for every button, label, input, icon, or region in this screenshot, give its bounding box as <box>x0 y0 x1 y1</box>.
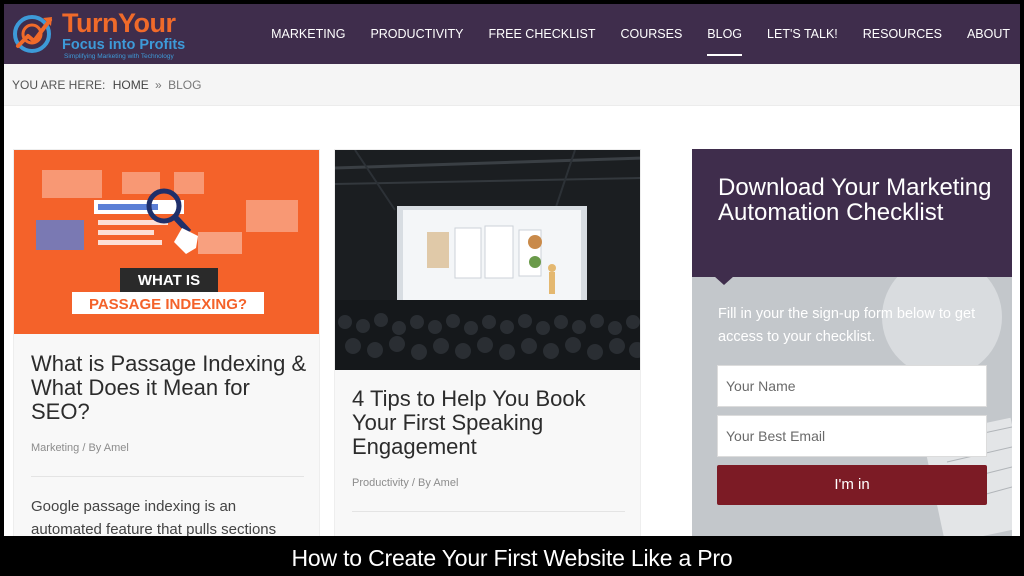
conference-stage-photo <box>335 150 640 370</box>
logo-title: TurnYour <box>62 8 176 38</box>
nav-item-productivity[interactable]: PRODUCTIVITY <box>370 4 463 64</box>
checklist-optin-widget: Download Your Marketing Automation Check… <box>692 149 1012 536</box>
post-category-link[interactable]: Productivity <box>352 477 409 489</box>
seo-illustration: WHAT IS PASSAGE INDEXING? <box>36 170 298 314</box>
breadcrumb-separator: » <box>155 78 162 92</box>
breadcrumb: YOU ARE HERE: HOME » BLOG <box>12 78 201 92</box>
browser-viewport: TurnYour Focus into Profits Simplifying … <box>4 4 1020 536</box>
post-category-link[interactable]: Marketing <box>31 442 79 454</box>
video-caption: How to Create Your First Website Like a … <box>0 540 1024 576</box>
nav-item-courses[interactable]: COURSES <box>620 4 682 64</box>
nav-item-blog[interactable]: BLOG <box>707 4 742 64</box>
post-author: / By Amel <box>82 442 129 454</box>
breadcrumb-prefix: YOU ARE HERE: <box>12 78 106 92</box>
post-title-link[interactable]: What is Passage Indexing & What Does it … <box>31 352 311 424</box>
post-card: WHAT IS PASSAGE INDEXING? What is Passag… <box>13 149 320 536</box>
thumbnail-text-line1: WHAT IS <box>138 272 200 289</box>
optin-title: Download Your Marketing Automation Check… <box>718 174 992 226</box>
site-header: TurnYour Focus into Profits Simplifying … <box>4 4 1020 64</box>
post-author: / By Amel <box>411 477 459 489</box>
site-logo[interactable]: TurnYour Focus into Profits Simplifying … <box>10 6 210 62</box>
breadcrumb-home-link[interactable]: HOME <box>113 78 149 92</box>
target-arrow-icon <box>13 15 52 53</box>
post-excerpt: Google passage indexing is an automated … <box>31 498 277 536</box>
logo-tagline: Simplifying Marketing with Technology <box>64 53 174 60</box>
thumbnail-text-line2: PASSAGE INDEXING? <box>89 296 247 313</box>
post-meta: Productivity / By Amel <box>352 477 458 489</box>
submit-button[interactable]: I'm in <box>717 465 987 505</box>
post-title-link[interactable]: 4 Tips to Help You Book Your First Speak… <box>352 387 632 459</box>
nav-item-free-checklist[interactable]: FREE CHECKLIST <box>489 4 596 64</box>
nav-item-lets-talk[interactable]: LET'S TALK! <box>767 4 838 64</box>
email-input[interactable]: Your Best Email <box>717 415 987 457</box>
post-meta: Marketing / By Amel <box>31 442 129 454</box>
post-card: 4 Tips to Help You Book Your First Speak… <box>334 149 641 536</box>
name-input[interactable]: Your Name <box>717 365 987 407</box>
optin-header-pointer <box>714 276 734 285</box>
nav-item-about[interactable]: ABOUT <box>967 4 1010 64</box>
post-divider <box>352 511 625 512</box>
optin-description: Fill in your the sign-up form below to g… <box>718 306 976 345</box>
main-nav: MARKETING PRODUCTIVITY FREE CHECKLIST CO… <box>246 4 1010 64</box>
breadcrumb-current: BLOG <box>168 78 202 92</box>
breadcrumb-bar: YOU ARE HERE: HOME » BLOG <box>4 64 1020 106</box>
nav-item-resources[interactable]: RESOURCES <box>863 4 942 64</box>
logo-subtitle: Focus into Profits <box>62 37 186 53</box>
post-thumbnail[interactable] <box>335 150 640 370</box>
post-divider <box>31 476 304 477</box>
nav-item-marketing[interactable]: MARKETING <box>271 4 345 64</box>
post-thumbnail[interactable]: WHAT IS PASSAGE INDEXING? <box>14 150 319 334</box>
